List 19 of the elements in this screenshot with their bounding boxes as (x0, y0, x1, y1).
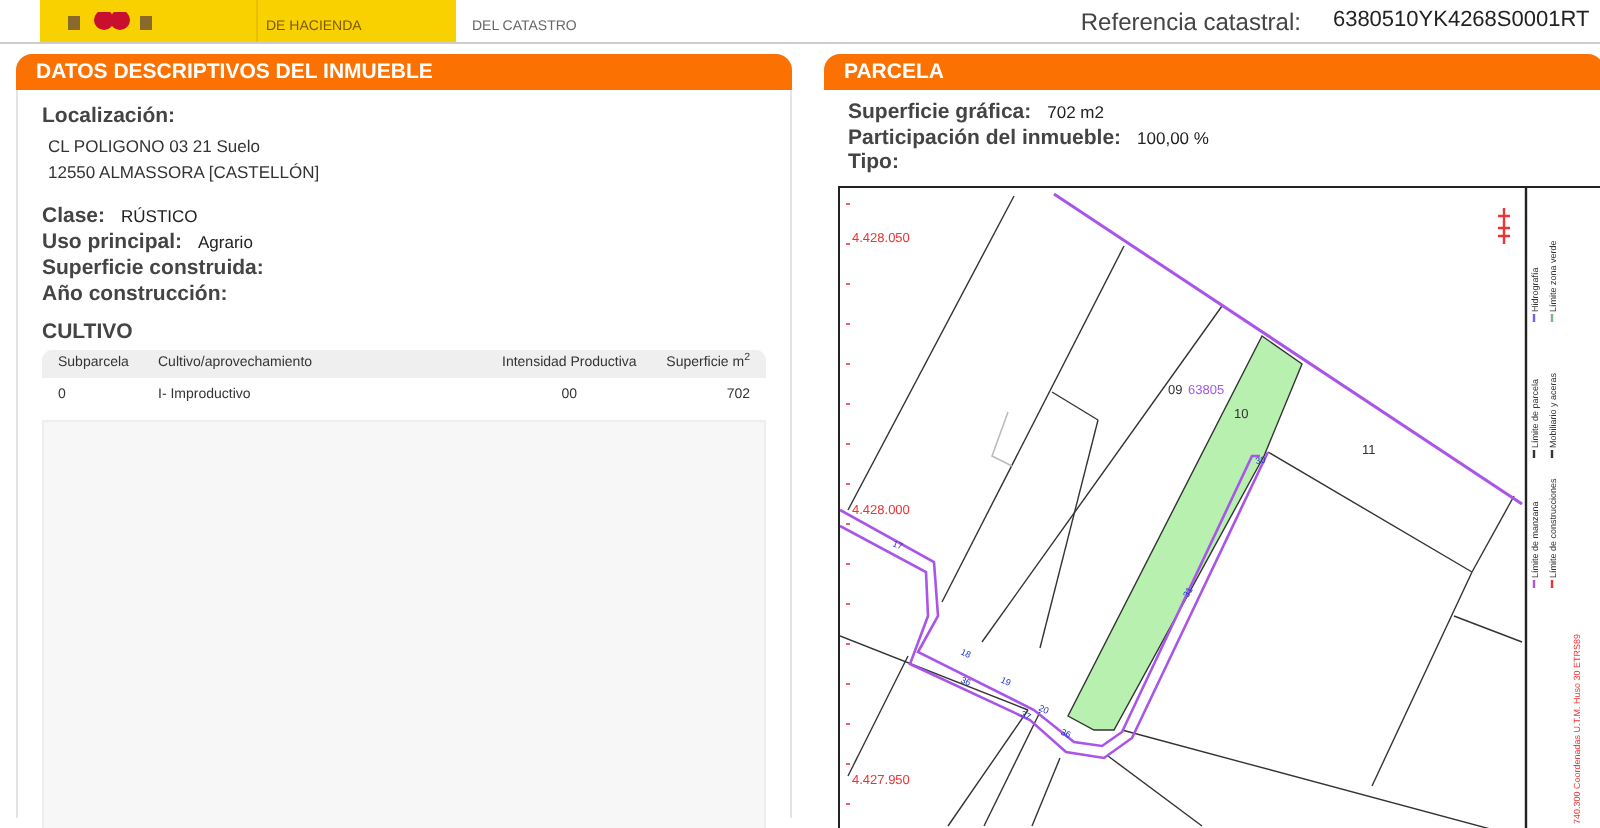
section-title: CULTIVO (42, 317, 135, 348)
field-label: Tipo: (848, 149, 899, 178)
field-label: Superficie gráfica: (848, 98, 1032, 128)
field-label: Año construcción: (42, 279, 228, 310)
panel-header: PARCELA (824, 54, 1600, 90)
field-label: Clase: (42, 201, 106, 232)
panel-header: DATOS DESCRIPTIVOS DEL INMUEBLE (16, 54, 792, 90)
field-value: 100,00 % (1137, 125, 1209, 151)
reference-label: Referencia catastral: (1080, 5, 1301, 39)
field-label: Uso principal: (42, 227, 183, 258)
field-value: RÚSTICO (121, 203, 198, 229)
address-line: 12550 ALMASSORA [CASTELLÓN] (48, 159, 322, 186)
field-label: Participación del inmueble: (848, 123, 1122, 152)
reference-value: 6380510YK4268S0001RT (1332, 6, 1590, 37)
address-line: CL POLIGONO 03 21 Suelo (48, 133, 262, 160)
field-label: Superficie construida: (42, 253, 264, 284)
field-value: 702 m2 (1047, 100, 1104, 126)
field-label: Localización: (42, 102, 178, 132)
field-value: Agrario (198, 229, 253, 255)
